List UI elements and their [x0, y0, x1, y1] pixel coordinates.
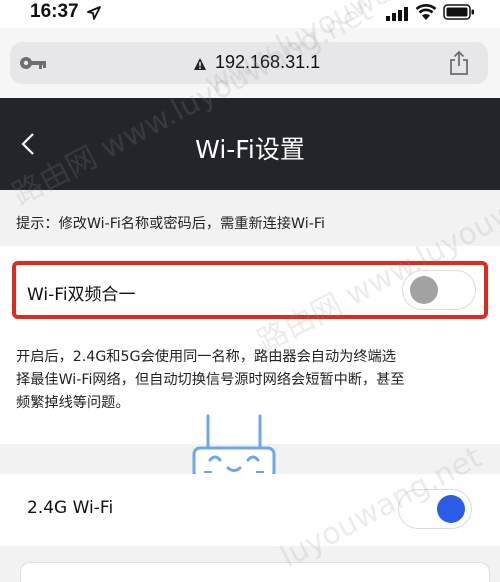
- wifi-24g-toggle[interactable]: [398, 489, 472, 529]
- wifi-icon: [415, 3, 437, 25]
- toggle-knob: [410, 276, 438, 304]
- wifi-24g-row: 2.4G Wi-Fi: [0, 474, 500, 546]
- browser-toolbar: 192.168.31.1: [0, 28, 500, 98]
- dual-band-label: Wi-Fi双频合一: [27, 285, 136, 305]
- signal-icon: [386, 6, 408, 25]
- page: 16:37 192.168.31.1 Wi-Fi设置 提示：修改Wi-Fi名称或…: [0, 0, 500, 582]
- status-time: 16:37: [30, 1, 79, 22]
- dual-band-row: Wi-Fi双频合一: [12, 261, 488, 319]
- battery-icon: [443, 4, 475, 24]
- location-arrow-icon: [87, 5, 101, 24]
- page-title: Wi-Fi设置: [195, 135, 305, 164]
- address-bar[interactable]: 192.168.31.1: [10, 42, 488, 84]
- status-bar: 16:37: [0, 0, 500, 28]
- key-icon[interactable]: [19, 55, 47, 75]
- toggle-knob: [437, 495, 465, 523]
- dual-band-description: 开启后，2.4G和5G会使用同一名称，路由器会自动为终端选 择最佳Wi-Fi网络…: [16, 346, 486, 415]
- lock-icon: [193, 56, 207, 75]
- share-icon[interactable]: [448, 50, 470, 80]
- next-card: [20, 562, 490, 582]
- wifi-24g-label: 2.4G Wi-Fi: [27, 498, 114, 518]
- hint-banner: 提示：修改Wi-Fi名称或密码后，需重新连接Wi-Fi: [0, 190, 500, 246]
- description-line: 开启后，2.4G和5G会使用同一名称，路由器会自动为终端选: [16, 349, 396, 365]
- nav-header: Wi-Fi设置: [0, 98, 500, 190]
- dual-band-toggle[interactable]: [402, 270, 476, 310]
- description-line: 择最佳Wi-Fi网络，但自动切换信号源时网络会短暂中断，甚至: [16, 372, 405, 388]
- url-text[interactable]: 192.168.31.1: [215, 52, 320, 73]
- hint-text: 提示：修改Wi-Fi名称或密码后，需重新连接Wi-Fi: [16, 216, 325, 232]
